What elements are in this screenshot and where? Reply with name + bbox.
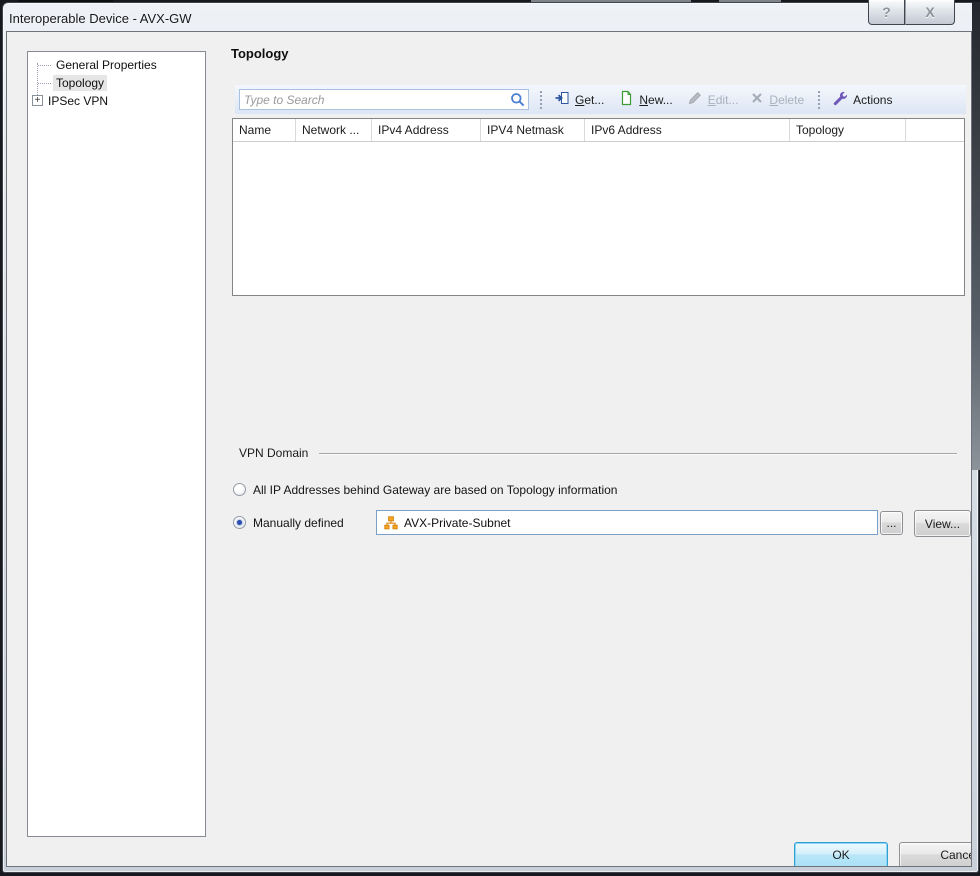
actions-label: Actions	[853, 93, 892, 107]
close-button[interactable]: X	[905, 0, 955, 25]
toolbar-separator	[540, 91, 542, 109]
delete-label: elete	[778, 93, 804, 107]
toolbar: Get... New... Edit...	[235, 85, 966, 114]
tree-item-label[interactable]: General Properties	[53, 57, 160, 73]
tree-item-topology[interactable]: Topology	[28, 75, 107, 91]
column-header-ipv4-netmask[interactable]: IPV4 Netmask	[481, 119, 585, 141]
vpn-domain-group-label: VPN Domain	[239, 446, 308, 460]
column-header-topology[interactable]: Topology	[790, 119, 906, 141]
delete-x-icon	[750, 91, 764, 108]
new-document-icon	[618, 90, 634, 109]
toolbar-separator	[818, 91, 820, 109]
column-header-name[interactable]: Name	[233, 119, 296, 141]
caption-buttons: ? X	[868, 0, 955, 25]
vpn-domain-value-field[interactable]: AVX-Private-Subnet	[376, 510, 878, 535]
actions-button[interactable]: Actions	[832, 90, 892, 109]
search-icon	[508, 92, 528, 108]
column-header-filler	[906, 119, 964, 141]
topology-table[interactable]: Name Network ... IPv4 Address IPV4 Netma…	[232, 118, 965, 296]
new-label: ew...	[648, 93, 673, 107]
actions-wrench-icon	[832, 90, 848, 109]
view-button[interactable]: View...	[914, 510, 971, 537]
tree-expand-icon[interactable]: +	[32, 95, 43, 106]
get-label-key: G	[575, 93, 584, 107]
new-button[interactable]: New...	[618, 90, 672, 109]
radio-topology-based[interactable]	[233, 483, 246, 496]
column-header-ipv6-address[interactable]: IPv6 Address	[585, 119, 790, 141]
cancel-label: Cancel	[940, 848, 972, 862]
tree-item-label[interactable]: IPSec VPN	[45, 93, 111, 109]
get-button[interactable]: Get...	[554, 90, 604, 109]
help-icon: ?	[882, 4, 891, 20]
view-label: View...	[925, 517, 960, 531]
tree-item-ipsec-vpn[interactable]: + IPSec VPN	[28, 93, 111, 109]
group-divider	[319, 453, 957, 455]
ok-button[interactable]: OK	[794, 842, 888, 867]
window-edge	[972, 2, 980, 470]
radio-manually-defined-label[interactable]: Manually defined	[253, 516, 344, 530]
tree-branch-line	[38, 83, 51, 84]
page-title: Topology	[231, 46, 289, 61]
edit-label-key: E	[708, 93, 716, 107]
browse-label: ...	[886, 516, 896, 530]
help-button[interactable]: ?	[868, 0, 905, 25]
get-label: et...	[584, 93, 604, 107]
tree-item-general-properties[interactable]: General Properties	[28, 57, 160, 73]
edit-button[interactable]: Edit...	[687, 90, 739, 109]
delete-label-key: D	[769, 93, 778, 107]
column-header-ipv4-address[interactable]: IPv4 Address	[372, 119, 481, 141]
window-title: Interoperable Device - AVX-GW	[9, 11, 192, 26]
radio-manually-defined[interactable]	[233, 516, 246, 529]
new-label-key: N	[639, 93, 648, 107]
search-input[interactable]	[240, 93, 508, 107]
ok-label: OK	[832, 848, 849, 862]
close-icon: X	[925, 4, 934, 20]
vpn-domain-value: AVX-Private-Subnet	[404, 516, 511, 530]
get-icon	[554, 90, 570, 109]
radio-topology-based-label[interactable]: All IP Addresses behind Gateway are base…	[253, 483, 617, 497]
edit-label: dit...	[716, 93, 739, 107]
network-subnet-icon	[384, 516, 398, 530]
browse-button[interactable]: ...	[880, 511, 903, 535]
column-header-network[interactable]: Network ...	[296, 119, 372, 141]
cancel-button[interactable]: Cancel	[899, 842, 972, 867]
tree-item-label[interactable]: Topology	[53, 75, 107, 91]
table-header-row: Name Network ... IPv4 Address IPV4 Netma…	[233, 119, 964, 142]
edit-pencil-icon	[687, 90, 703, 109]
delete-button[interactable]: Delete	[750, 91, 804, 108]
search-box[interactable]	[239, 89, 529, 110]
navigation-tree: General Properties Topology + IPSec VPN	[27, 51, 206, 837]
dialog-content: General Properties Topology + IPSec VPN …	[6, 31, 972, 867]
tree-branch-line	[38, 65, 51, 66]
